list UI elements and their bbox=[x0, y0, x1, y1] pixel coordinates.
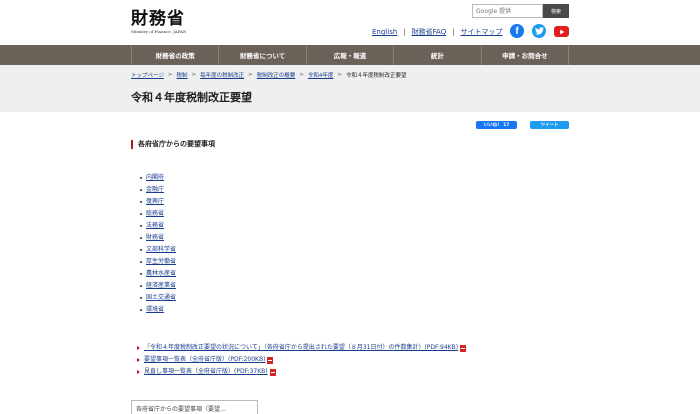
nav-item-statistics[interactable]: 統計 bbox=[393, 45, 480, 65]
breadcrumb-separator: > bbox=[191, 72, 197, 78]
bullet-icon bbox=[140, 273, 142, 275]
breadcrumb-link[interactable]: トップページ bbox=[131, 71, 164, 79]
ministry-link[interactable]: 内閣府 bbox=[146, 172, 164, 184]
bullet-icon bbox=[140, 261, 142, 263]
document-link[interactable]: 「令和４年度税制改正要望の状況について」（各府省庁から提出された要望（８月31日… bbox=[144, 342, 458, 354]
list-item: 農林水産省 bbox=[140, 268, 176, 280]
breadcrumb-link[interactable]: 税制改正の概要 bbox=[257, 71, 296, 79]
breadcrumb-link[interactable]: 令和4年度 bbox=[308, 71, 334, 79]
nav-item-policy[interactable]: 財務省の政策 bbox=[131, 45, 218, 65]
breadcrumb-separator: > bbox=[299, 72, 304, 78]
bullet-icon bbox=[140, 297, 142, 299]
bullet-icon bbox=[140, 225, 142, 227]
breadcrumb-link[interactable]: 毎年度の税制改正 bbox=[200, 71, 244, 79]
list-item: 見直し事項一覧表（全府省庁版）(PDF:37KB) bbox=[137, 366, 466, 378]
nav-item-press[interactable]: 広報・報道 bbox=[305, 45, 393, 65]
list-item: 環境省 bbox=[140, 304, 176, 316]
logo-japanese: 財務省 bbox=[131, 9, 185, 29]
bullet-icon bbox=[140, 213, 142, 215]
arrow-icon bbox=[137, 370, 140, 374]
arrow-icon bbox=[137, 358, 140, 362]
divider: | bbox=[403, 28, 406, 36]
ministry-link[interactable]: 文部科学省 bbox=[146, 244, 176, 256]
ministry-link[interactable]: 復興庁 bbox=[146, 196, 164, 208]
ministry-link[interactable]: 農林水産省 bbox=[146, 268, 176, 280]
site-header: 財務省 Ministry of Finance, JAPAN 検索 Englis… bbox=[0, 0, 700, 45]
list-item: 「令和４年度税制改正要望の状況について」（各府省庁から提出された要望（８月31日… bbox=[137, 342, 467, 354]
tweet-button[interactable]: ツイート bbox=[530, 121, 569, 129]
bullet-icon bbox=[140, 201, 142, 203]
ministry-link[interactable]: 法務省 bbox=[146, 220, 164, 232]
ministry-link[interactable]: 国土交通省 bbox=[146, 292, 176, 304]
facebook-icon[interactable]: f bbox=[510, 24, 524, 38]
breadcrumb: トップページ > 税制 > 毎年度の税制改正 > 税制改正の概要 > 令和4年度… bbox=[131, 71, 407, 79]
search-button[interactable]: 検索 bbox=[543, 4, 569, 18]
ministry-link[interactable]: 財務省 bbox=[146, 232, 164, 244]
site-logo[interactable]: 財務省 Ministry of Finance, JAPAN bbox=[131, 10, 186, 34]
ministry-link[interactable]: 金融庁 bbox=[146, 184, 164, 196]
youtube-icon[interactable] bbox=[554, 26, 569, 37]
breadcrumb-separator: > bbox=[337, 72, 342, 78]
document-link[interactable]: 見直し事項一覧表（全府省庁版）(PDF:37KB) bbox=[144, 366, 268, 378]
list-item: 復興庁 bbox=[140, 196, 176, 208]
pdf-icon bbox=[267, 356, 274, 364]
english-link[interactable]: English bbox=[372, 28, 397, 36]
faq-link[interactable]: 財務省FAQ bbox=[412, 27, 447, 37]
list-item: 厚生労働省 bbox=[140, 256, 176, 268]
twitter-icon[interactable] bbox=[532, 24, 546, 38]
list-item: 文部科学省 bbox=[140, 244, 176, 256]
breadcrumb-link[interactable]: 税制 bbox=[177, 71, 188, 79]
section-heading: 各府省庁からの要望事項 bbox=[131, 140, 215, 149]
divider: | bbox=[452, 28, 455, 36]
bullet-icon bbox=[140, 177, 142, 179]
sitemap-link[interactable]: サイトマップ bbox=[461, 27, 503, 37]
nav-item-contact[interactable]: 申請・お問合せ bbox=[480, 45, 570, 65]
utility-links: English | 財務省FAQ | サイトマップ bbox=[372, 27, 503, 37]
list-item: 法務省 bbox=[140, 220, 176, 232]
info-box: 各府省庁からの要望事項（要望… bbox=[131, 400, 258, 414]
breadcrumb-separator: > bbox=[248, 72, 253, 78]
bullet-icon bbox=[140, 309, 142, 311]
pdf-icon bbox=[460, 344, 467, 352]
ministry-link[interactable]: 経済産業省 bbox=[146, 280, 176, 292]
bullet-icon bbox=[140, 285, 142, 287]
list-item: 金融庁 bbox=[140, 184, 176, 196]
breadcrumb-separator: > bbox=[167, 72, 173, 78]
list-item: 総務省 bbox=[140, 208, 176, 220]
site-search: 検索 bbox=[472, 4, 569, 18]
logo-english: Ministry of Finance, JAPAN bbox=[131, 29, 187, 34]
bullet-icon bbox=[140, 237, 142, 239]
arrow-icon bbox=[137, 346, 140, 350]
bullet-icon bbox=[140, 189, 142, 191]
list-item: 内閣府 bbox=[140, 172, 176, 184]
ministry-link[interactable]: 環境省 bbox=[146, 304, 164, 316]
pdf-icon bbox=[269, 368, 276, 376]
list-item: 要望事項一覧表（全府省庁版）(PDF:200KB) bbox=[137, 354, 466, 366]
page-title-area: トップページ > 税制 > 毎年度の税制改正 > 税制改正の概要 > 令和4年度… bbox=[0, 65, 700, 112]
document-list: 「令和４年度税制改正要望の状況について」（各府省庁から提出された要望（８月31日… bbox=[137, 342, 467, 378]
search-input[interactable] bbox=[472, 4, 543, 18]
ministry-link[interactable]: 厚生労働省 bbox=[146, 256, 176, 268]
ministry-list: 内閣府 金融庁 復興庁 総務省 法務省 財務省 文部科学省 厚生労働省 農林水産… bbox=[140, 172, 176, 316]
page-title: 令和４年度税制改正要望 bbox=[131, 91, 252, 104]
breadcrumb-current: 令和４年度税制改正要望 bbox=[345, 73, 407, 79]
list-item: 経済産業省 bbox=[140, 280, 176, 292]
document-link[interactable]: 要望事項一覧表（全府省庁版）(PDF:200KB) bbox=[144, 354, 265, 366]
global-nav: 財務省の政策 財務省について 広報・報道 統計 申請・お問合せ bbox=[0, 45, 700, 65]
facebook-like-button[interactable]: いいね！ 17 bbox=[476, 121, 517, 129]
ministry-link[interactable]: 総務省 bbox=[146, 208, 164, 220]
nav-item-about[interactable]: 財務省について bbox=[218, 45, 305, 65]
bullet-icon bbox=[140, 249, 142, 251]
list-item: 国土交通省 bbox=[140, 292, 176, 304]
list-item: 財務省 bbox=[140, 232, 176, 244]
